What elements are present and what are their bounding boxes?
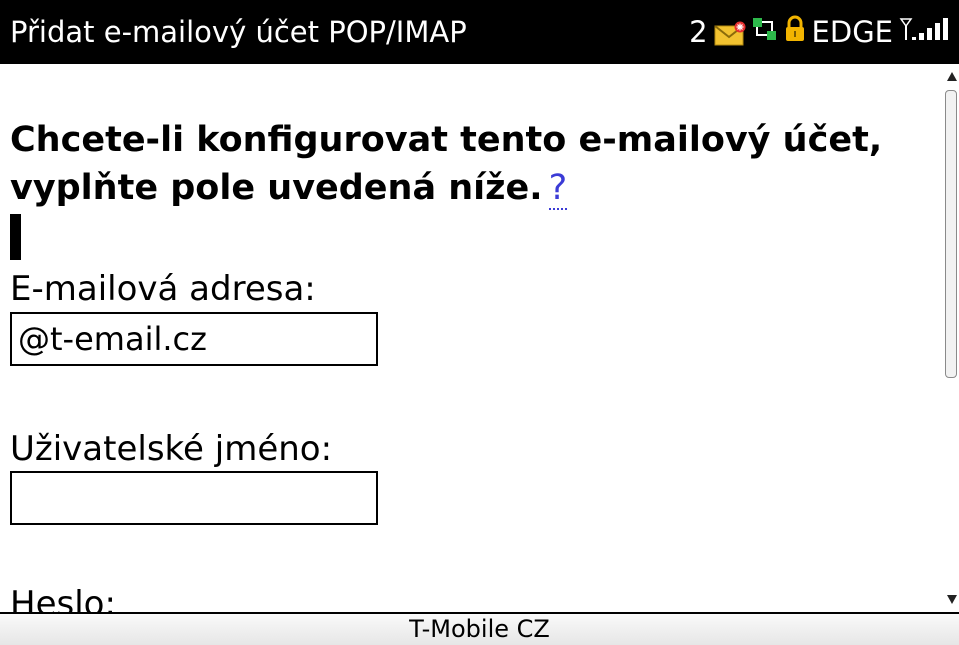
title-bar: Přidat e-mailový účet POP/IMAP 2 EDGE (0, 0, 959, 64)
page-heading: Chcete-li konfigurovat tento e-mailový ú… (10, 116, 930, 212)
password-label: Heslo: (10, 584, 116, 612)
username-label: Uživatelské jméno: (10, 429, 333, 469)
status-area: 2 EDGE (689, 14, 949, 50)
network-type: EDGE (811, 15, 893, 49)
screen: Přidat e-mailový účet POP/IMAP 2 EDGE Ch… (0, 0, 959, 645)
scroll-down-arrow-icon[interactable] (947, 595, 957, 604)
scrollbar[interactable] (944, 64, 959, 612)
help-link[interactable]: ? (548, 168, 568, 210)
scroll-up-arrow-icon[interactable] (947, 72, 957, 81)
carrier-name: T-Mobile CZ (409, 615, 550, 643)
window-title: Přidat e-mailový účet POP/IMAP (10, 15, 467, 49)
signal-icon (899, 15, 949, 49)
form-content: Chcete-li konfigurovat tento e-mailový ú… (0, 64, 944, 612)
heading-text: Chcete-li konfigurovat tento e-mailový ú… (10, 120, 883, 208)
email-field[interactable] (10, 312, 378, 366)
carrier-bar: T-Mobile CZ (0, 612, 959, 645)
username-field[interactable] (10, 471, 378, 525)
lock-icon (784, 15, 806, 50)
email-label: E-mailová adresa: (10, 269, 316, 309)
text-caret (10, 214, 21, 260)
unread-count: 2 (689, 15, 708, 49)
scroll-thumb[interactable] (945, 90, 957, 378)
data-transfer-icon (752, 15, 778, 49)
mail-new-icon (713, 20, 746, 46)
